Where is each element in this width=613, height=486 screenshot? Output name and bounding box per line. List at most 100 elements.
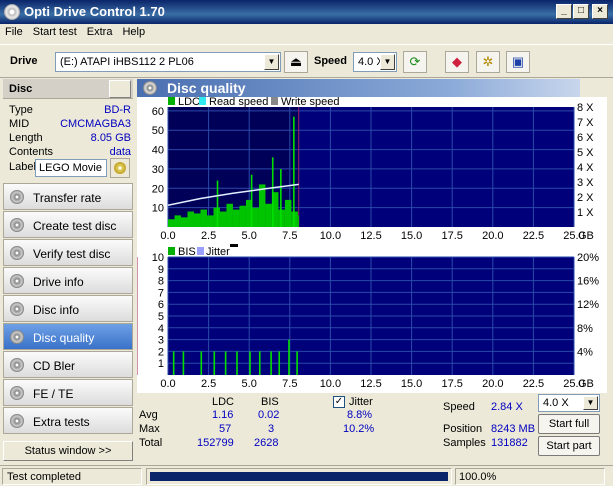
stats-max-label: Max	[139, 423, 160, 435]
speed-select[interactable]: 4.0 X ▼	[353, 52, 397, 72]
disc-icon	[10, 302, 24, 316]
chart2-x-tick: 17.5	[441, 378, 462, 390]
stats-col-bis: BIS	[261, 396, 279, 408]
menu-extra[interactable]: Extra	[82, 24, 118, 40]
stats-total-ldc: 152799	[197, 437, 234, 449]
stats-max-jitter: 10.2%	[343, 423, 375, 435]
chart1-y-tick: 60	[152, 106, 164, 118]
chart2-y-tick: 4	[158, 323, 164, 335]
ldc-bar	[284, 199, 292, 227]
ldc-bar	[297, 215, 299, 227]
read-speed-legend-label: Read speed	[209, 97, 268, 108]
stats-avg-label: Avg	[139, 409, 158, 421]
bis-spike	[224, 351, 227, 375]
write-speed-legend-swatch	[271, 97, 278, 105]
drive-label: Drive	[10, 55, 38, 67]
chart2-x-tick: 20.0	[482, 378, 503, 390]
chart2-y-tick: 2	[158, 346, 164, 358]
speed-stat-label: Speed	[443, 401, 475, 413]
chart1-x-tick: 15.0	[401, 230, 422, 242]
jitter-label: Jitter	[349, 396, 373, 408]
chart1-tested-region	[168, 107, 299, 227]
chart2-x-tick: 7.5	[282, 378, 297, 390]
test-speed-value: 4.0 X	[543, 397, 569, 409]
read-speed-legend-swatch	[199, 97, 206, 105]
drive-select[interactable]: (E:) ATAPI iHBS112 2 PL06 ▼	[55, 52, 281, 72]
toolbar: Drive (E:) ATAPI iHBS112 2 PL06 ▼ ⏏ Spee…	[0, 44, 613, 78]
chart1-x-unit: GB	[578, 230, 594, 242]
disc-label-button[interactable]	[110, 158, 130, 178]
status-window-button[interactable]: Status window >>	[3, 441, 133, 461]
chart1-x-tick: 7.5	[282, 230, 297, 242]
eject-button[interactable]: ⏏	[284, 51, 308, 73]
ldc-bar	[291, 211, 298, 227]
disc-panel-button[interactable]	[109, 80, 131, 98]
disc-icon	[10, 358, 24, 372]
disc-icon	[10, 330, 24, 344]
ldc-bar	[278, 209, 285, 227]
chart1-y2-tick: 4 X	[577, 162, 594, 174]
chevron-down-icon: ▼	[264, 54, 279, 70]
chart2-x-tick: 10.0	[320, 378, 341, 390]
nav-fe-te[interactable]: FE / TE	[3, 379, 133, 406]
start-full-button[interactable]: Start full	[538, 414, 600, 434]
disc-label-key: Label	[9, 161, 36, 173]
save-button[interactable]: ▣	[506, 51, 530, 73]
jitter-checkbox[interactable]: ✓	[333, 396, 345, 408]
eject-icon: ⏏	[289, 54, 303, 69]
chart2-y-tick: 8	[158, 276, 164, 288]
nav-verify-test-disc[interactable]: Verify test disc	[3, 239, 133, 266]
nav-disc-info[interactable]: Disc info	[3, 295, 133, 322]
chart2-y-tick: 7	[158, 287, 164, 299]
disc-icon	[10, 218, 24, 232]
ldc-spike	[280, 168, 282, 227]
bis-spike	[213, 351, 216, 375]
chart1-y2-tick: 8 X	[577, 102, 594, 114]
test-speed-select[interactable]: 4.0 X ▼	[538, 394, 600, 412]
ldc-spike	[216, 180, 219, 227]
ldc-legend-swatch	[168, 97, 175, 105]
nav-extra-tests[interactable]: Extra tests	[3, 407, 133, 434]
disc-icon	[10, 190, 24, 204]
menu-file[interactable]: File	[0, 24, 28, 40]
ldc-bar	[193, 213, 201, 227]
stats-total-label: Total	[139, 437, 163, 449]
ldc-spike	[271, 157, 274, 227]
chart1-y2-tick: 6 X	[577, 132, 594, 144]
chart2-x-tick: 5.0	[242, 378, 257, 390]
disc-icon	[10, 246, 24, 260]
nav-create-test-disc[interactable]: Create test disc	[3, 211, 133, 238]
maximize-button[interactable]: □	[573, 4, 589, 19]
nav-disc-quality[interactable]: Disc quality	[3, 323, 133, 350]
chart2-y-tick: 3	[158, 335, 164, 347]
chart1-x-tick: 2.5	[201, 230, 216, 242]
drive-select-value: (E:) ATAPI iHBS112 2 PL06	[60, 56, 194, 68]
close-button[interactable]: ×	[592, 4, 608, 19]
menu-help[interactable]: Help	[117, 24, 150, 40]
menu-start-test[interactable]: Start test	[28, 24, 82, 40]
chart2-y-tick: 10	[152, 252, 164, 264]
ldc-bar	[174, 215, 181, 227]
nav-drive-info[interactable]: Drive info	[3, 267, 133, 294]
chart2-y2-tick: 8%	[577, 323, 593, 335]
panel-header: Disc quality	[137, 79, 580, 97]
bis-legend-swatch	[168, 247, 175, 255]
ldc-bar	[265, 203, 272, 227]
erase-button[interactable]: ◆	[445, 51, 469, 73]
ldc-bar	[168, 219, 175, 227]
ldc-bar	[252, 207, 259, 227]
ldc-bar	[200, 209, 207, 227]
minimize-button[interactable]: _	[556, 4, 572, 19]
nav-transfer-rate[interactable]: Transfer rate	[3, 183, 133, 210]
nav-cd-bler[interactable]: CD Bler	[3, 351, 133, 378]
bis-legend-label: BIS	[178, 246, 196, 258]
ldc-spike	[250, 174, 253, 227]
stats-total-bis: 2628	[254, 437, 279, 449]
disc-label-field[interactable]: LEGO Movie	[35, 159, 107, 177]
chart1-x-tick: 22.5	[523, 230, 544, 242]
panel-title: Disc quality	[167, 80, 246, 96]
ldc-bar	[219, 211, 227, 227]
refresh-button[interactable]: ⟳	[403, 51, 427, 73]
settings-button[interactable]: ✲	[476, 51, 500, 73]
start-part-button[interactable]: Start part	[538, 436, 600, 456]
